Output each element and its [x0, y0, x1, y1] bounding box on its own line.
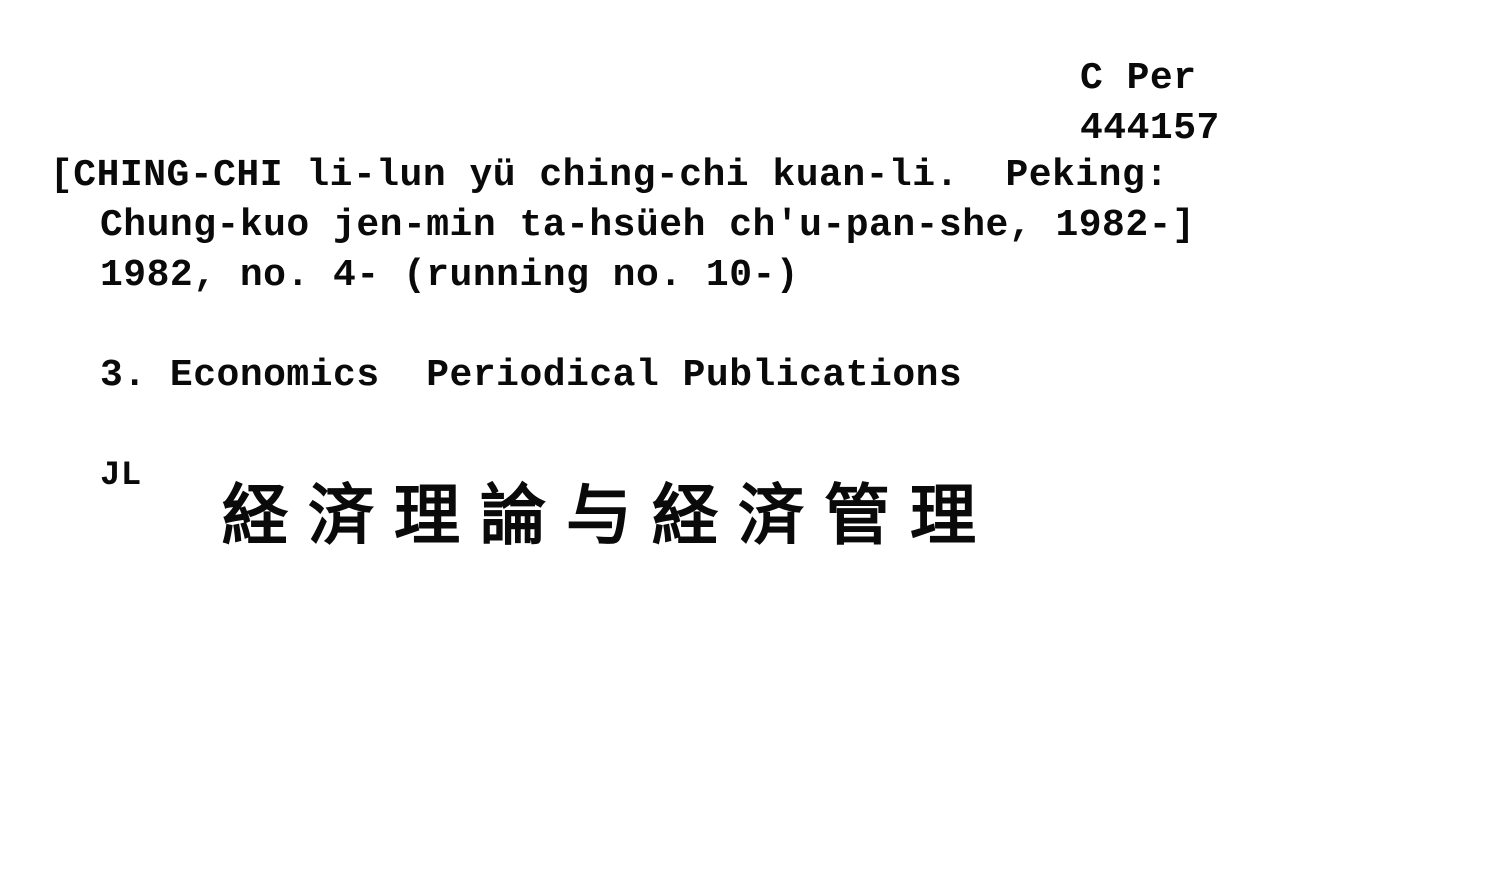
entry-line-2: Chung-kuo jen-min ta-hsüeh ch'u-pan-she,… [100, 204, 1196, 247]
call-number-line-2: 444157 [1080, 107, 1220, 150]
subject-headings: 3. Economics Periodical Publications [100, 354, 963, 397]
location-code: JL [100, 457, 142, 495]
call-number-line-1: C Per [1080, 57, 1197, 100]
chinese-title: 経済理論与経済管理 [222, 477, 996, 554]
catalog-card: C Per 444157 [CHING-CHI li-lun yü ching-… [0, 0, 1487, 878]
entry-line-3: 1982, no. 4- (running no. 10-) [100, 254, 800, 297]
entry-line-1: [CHING-CHI li-lun yü ching-chi kuan-li. … [50, 154, 1169, 197]
